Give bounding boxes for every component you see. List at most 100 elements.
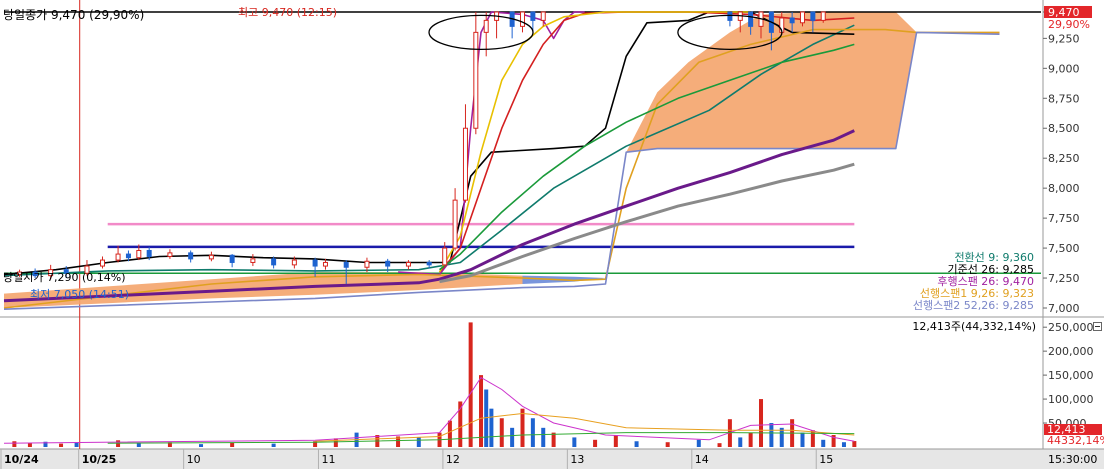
time-axis-label: 14 <box>695 453 709 466</box>
volume-bar <box>613 435 618 447</box>
volume-bar <box>779 427 784 447</box>
volume-bar <box>852 441 857 447</box>
candle-body <box>789 17 795 24</box>
volume-bar <box>12 441 17 447</box>
candle-body <box>322 261 328 267</box>
volume-bar <box>271 443 276 447</box>
candle-body <box>208 254 214 260</box>
time-axis-label: 15 <box>819 453 833 466</box>
volume-bar <box>821 439 826 447</box>
volume-axis-label: 100,000 <box>1048 393 1094 406</box>
price-axis-label: 8,500 <box>1048 122 1080 135</box>
candle-body <box>271 258 277 266</box>
volume-bar <box>541 427 546 447</box>
volume-bar <box>59 443 64 447</box>
volume-bar <box>717 443 722 447</box>
time-axis-label: 10/25 <box>82 453 117 466</box>
candle-body <box>727 11 733 21</box>
candle-body <box>136 249 142 259</box>
volume-axis-label: 200,000 <box>1048 345 1094 358</box>
price-axis-label: 7,000 <box>1048 302 1080 315</box>
candle-body <box>405 261 411 267</box>
candle-body <box>520 11 525 27</box>
time-axis-label: 13 <box>570 453 584 466</box>
candle-body <box>540 11 546 21</box>
candle-body <box>799 11 805 24</box>
volume-bar <box>510 427 515 447</box>
volume-bar <box>520 408 525 447</box>
candle-body <box>483 19 489 33</box>
volume-bar <box>499 418 504 447</box>
volume-bar <box>416 437 421 447</box>
open-price-annotation: 당일시가 7,290 (0,14%) <box>3 270 126 284</box>
volume-ma-value: 44332,14% <box>1047 434 1104 447</box>
candle-body <box>452 199 458 249</box>
time-axis-label: 10/24 <box>4 453 39 466</box>
volume-bar <box>769 423 774 447</box>
volume-bar <box>634 441 639 447</box>
volume-bar <box>489 408 494 447</box>
time-axis-bar <box>0 449 1104 469</box>
candle-body <box>229 254 235 263</box>
current-price-pct: 29,90% <box>1048 18 1090 31</box>
candle-body <box>364 260 370 268</box>
volume-bar <box>738 437 743 447</box>
close-price-title: 당일종가 9,470 (29,90%) <box>3 8 144 22</box>
volume-bar <box>333 438 338 447</box>
price-axis-label: 7,750 <box>1048 212 1080 225</box>
candle-body <box>748 11 754 27</box>
candle-body <box>100 259 106 267</box>
candle-body <box>115 253 121 261</box>
indicator-legend-item: 선행스팬2 52,26: 9,285 <box>913 299 1034 312</box>
candle-body <box>426 261 432 266</box>
candle-body <box>291 259 297 266</box>
volume-title: 12,413주(44,332,14%) <box>912 320 1036 333</box>
price-axis-label: 7,500 <box>1048 242 1080 255</box>
candle-body <box>820 11 826 21</box>
candle-body <box>125 253 131 259</box>
candle-body <box>312 259 318 267</box>
candle-body <box>250 258 256 263</box>
volume-panel-collapse-button[interactable] <box>1093 322 1102 331</box>
candle-body <box>385 260 391 267</box>
time-axis-label: 10 <box>187 453 201 466</box>
candle-body <box>530 11 536 21</box>
candle-body <box>188 252 194 260</box>
volume-bar <box>665 442 670 447</box>
volume-axis-label: 150,000 <box>1048 369 1094 382</box>
candle-body <box>442 247 448 266</box>
volume-bar <box>841 442 846 447</box>
volume-bar <box>759 399 764 447</box>
price-axis-label: 8,750 <box>1048 92 1080 105</box>
candle-body <box>462 127 468 201</box>
price-axis-label: 7,250 <box>1048 272 1080 285</box>
candle-body <box>167 252 173 257</box>
high-price-annotation: 최고 9,470 (12:15) <box>238 6 337 19</box>
volume-bar <box>479 375 484 447</box>
volume-axis-label: 250,000 <box>1048 321 1094 334</box>
time-axis-label: 11 <box>321 453 335 466</box>
volume-bar <box>748 432 753 447</box>
price-axis-label: 8,000 <box>1048 182 1080 195</box>
volume-bar <box>447 420 452 447</box>
volume-bar <box>696 439 701 447</box>
price-axis-label: 8,250 <box>1048 152 1080 165</box>
volume-bar <box>530 418 535 447</box>
volume-bar <box>230 442 235 447</box>
stock-chart[interactable]: 7,000 7,250 7,500 7,750 8,000 8,250 8,500 8,750… <box>0 0 1104 469</box>
volume-bar <box>572 437 577 447</box>
volume-bar <box>800 432 805 447</box>
candle-body <box>343 261 349 268</box>
price-axis-label: 9,250 <box>1048 32 1080 45</box>
volume-bar <box>810 430 815 447</box>
low-price-annotation: 최저 7,050 (14:51) <box>30 288 129 301</box>
candle-body <box>473 31 479 129</box>
chart-canvas[interactable]: 7,000 7,250 7,500 7,750 8,000 8,250 8,500 8,750… <box>0 0 1104 469</box>
candle-body <box>810 11 816 21</box>
time-axis-label: 12 <box>446 453 460 466</box>
price-axis-label: 9,000 <box>1048 62 1080 75</box>
current-time-label: 15:30:00 <box>1048 453 1097 466</box>
candle-body <box>146 249 152 257</box>
volume-bar <box>593 439 598 447</box>
volume-bar <box>136 443 141 447</box>
